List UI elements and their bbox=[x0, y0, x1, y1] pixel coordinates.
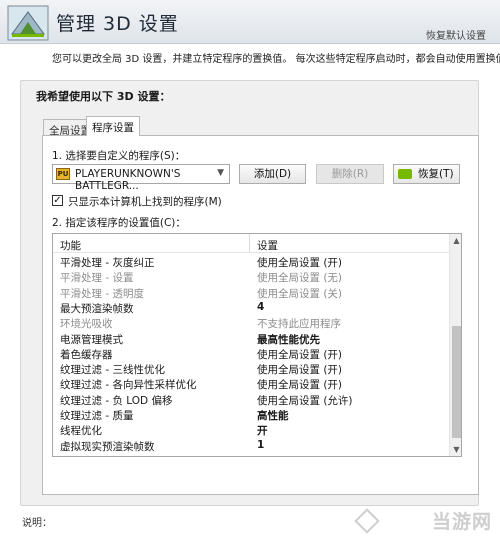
setting-value[interactable]: 使用全局设置 (开) bbox=[257, 255, 342, 270]
select-program-label: 1. 选择要自定义的程序(S)： bbox=[52, 150, 186, 162]
chevron-down-icon: ▼ bbox=[217, 168, 224, 178]
restore-button-label: 恢复(T) bbox=[418, 168, 454, 180]
setting-feature-name: 电源管理模式 bbox=[60, 333, 123, 346]
setting-feature-name: 纹理过滤 - 三线性优化 bbox=[60, 364, 165, 377]
setting-value[interactable]: 使用全局设置 (关) bbox=[257, 286, 342, 301]
settings-list[interactable]: 功能 设置 平滑处理 - 灰度纠正 使用全局设置 (开) 平滑处理 - 设置 使用全局… bbox=[52, 233, 462, 457]
watermark-logo-icon bbox=[354, 508, 380, 534]
setting-value[interactable]: 使用全局设置 (无) bbox=[257, 270, 342, 285]
description-label: 说明： bbox=[22, 518, 52, 529]
nvidia-3d-settings-icon bbox=[7, 5, 49, 41]
setting-feature-name: 平滑处理 - 设置 bbox=[60, 272, 134, 285]
setting-feature-name: 虚拟现实预渲染帧数 bbox=[60, 440, 155, 453]
specify-settings-label: 2. 指定该程序的设置值(C)： bbox=[52, 217, 186, 229]
settings-row[interactable]: 环境光吸收 不支持此应用程序 bbox=[53, 315, 449, 330]
setting-value[interactable]: 使用全局设置 (允许) bbox=[257, 393, 353, 408]
settings-row[interactable]: 平滑处理 - 灰度纠正 使用全局设置 (开) bbox=[53, 254, 449, 269]
program-select-dropdown[interactable]: PU PLAYERUNKNOWN'S BATTLEGR... ▼ bbox=[52, 164, 230, 192]
setting-value[interactable]: 最高性能优先 bbox=[257, 332, 320, 347]
add-program-button[interactable]: 添加(D) bbox=[239, 164, 306, 184]
setting-feature-name: 纹理过滤 - 负 LOD 偏移 bbox=[60, 394, 173, 407]
settings-row[interactable]: 平滑处理 - 设置 使用全局设置 (无) bbox=[53, 269, 449, 284]
header-bar: 管理 3D 设置 恢复默认设置 bbox=[0, 0, 500, 44]
settings-list-header: 功能 设置 bbox=[53, 234, 449, 253]
setting-feature-name: 平滑处理 - 透明度 bbox=[60, 287, 144, 300]
section-title: 我希望使用以下 3D 设置： bbox=[36, 90, 171, 103]
setting-feature-name: 平滑处理 - 灰度纠正 bbox=[60, 257, 155, 269]
settings-row[interactable]: 电源管理模式 最高性能优先 bbox=[53, 331, 449, 346]
settings-list-scrollbar[interactable]: ▲ ▼ bbox=[449, 234, 461, 456]
setting-value[interactable]: 使用全局设置 (开) bbox=[257, 377, 342, 392]
page-title: 管理 3D 设置 bbox=[56, 13, 179, 35]
scroll-down-icon[interactable]: ▼ bbox=[450, 443, 461, 456]
pubg-game-icon: PU bbox=[56, 168, 70, 180]
setting-feature-name: 纹理过滤 - 质量 bbox=[60, 410, 134, 422]
settings-row[interactable]: 纹理过滤 - 质量 高性能 bbox=[53, 407, 449, 422]
settings-row[interactable]: 线程优化 开 bbox=[53, 422, 449, 437]
setting-value[interactable]: 开 bbox=[257, 423, 268, 438]
settings-row[interactable]: 平滑处理 - 透明度 使用全局设置 (关) bbox=[53, 285, 449, 300]
setting-feature-name: 最大预渲染帧数 bbox=[60, 302, 134, 315]
setting-value[interactable]: 4 bbox=[257, 301, 264, 313]
setting-value[interactable]: 高性能 bbox=[257, 408, 289, 423]
setting-value[interactable]: 使用全局设置 (开) bbox=[257, 347, 342, 362]
tab-program-settings[interactable]: 程序设置 bbox=[86, 116, 140, 136]
settings-row[interactable]: 纹理过滤 - 三线性优化 使用全局设置 (开) bbox=[53, 361, 449, 376]
show-local-programs-label: 只显示本计算机上找到的程序(M) bbox=[68, 196, 222, 208]
scroll-up-icon[interactable]: ▲ bbox=[450, 234, 461, 247]
settings-row[interactable]: 最大预渲染帧数 4 bbox=[53, 300, 449, 315]
selected-program-text: PLAYERUNKNOWN'S BATTLEGR... bbox=[75, 168, 181, 192]
settings-row[interactable]: 纹理过滤 - 各向异性采样优化 使用全局设置 (开) bbox=[53, 376, 449, 391]
restore-defaults-link[interactable]: 恢复默认设置 bbox=[426, 27, 486, 42]
setting-feature-name: 纹理过滤 - 各向异性采样优化 bbox=[60, 379, 197, 392]
setting-feature-name: 环境光吸收 bbox=[60, 318, 113, 331]
column-header-feature[interactable]: 功能 bbox=[60, 238, 81, 253]
setting-value[interactable]: 使用全局设置 (开) bbox=[257, 362, 342, 377]
remove-program-button[interactable]: 删除(R) bbox=[316, 164, 384, 184]
setting-value[interactable]: 1 bbox=[257, 439, 264, 451]
setting-value[interactable]: 不支持此应用程序 bbox=[257, 316, 341, 331]
settings-row[interactable]: 虚拟现实预渲染帧数 1 bbox=[53, 438, 449, 453]
nvidia-logo-icon bbox=[398, 169, 412, 179]
restore-program-button[interactable]: 恢复(T) bbox=[393, 164, 460, 184]
settings-row[interactable]: 纹理过滤 - 负 LOD 偏移 使用全局设置 (允许) bbox=[53, 392, 449, 407]
setting-feature-name: 线程优化 bbox=[60, 425, 102, 438]
column-divider bbox=[249, 234, 250, 253]
setting-feature-name: 着色缓存器 bbox=[60, 348, 113, 361]
settings-row[interactable]: 着色缓存器 使用全局设置 (开) bbox=[53, 346, 449, 361]
column-header-setting[interactable]: 设置 bbox=[257, 238, 278, 253]
intro-text: 您可以更改全局 3D 设置，并建立特定程序的置换值。 每次这些特定程序启动时，都… bbox=[52, 54, 500, 65]
watermark-text: 当游网 bbox=[431, 511, 492, 533]
scroll-thumb[interactable] bbox=[452, 326, 461, 438]
show-local-programs-checkbox[interactable]: ✓ bbox=[52, 195, 63, 206]
